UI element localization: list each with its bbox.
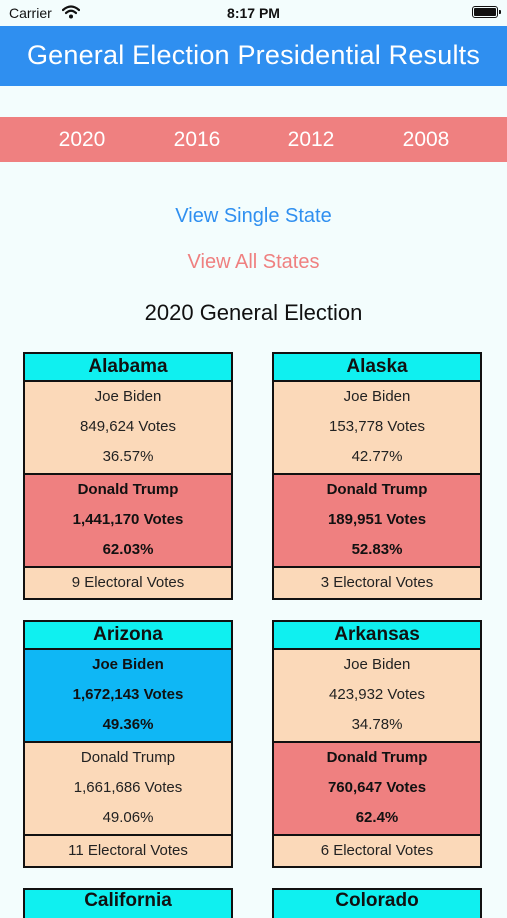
candidate-trump: Donald Trump 189,951 Votes 52.83%	[274, 475, 480, 568]
state-card-arkansas[interactable]: Arkansas Joe Biden 423,932 Votes 34.78% …	[272, 620, 482, 868]
candidate-name: Joe Biden	[94, 388, 162, 405]
view-single-state-link[interactable]: View Single State	[0, 205, 507, 228]
state-name: California	[84, 890, 172, 911]
state-card-colorado[interactable]: Colorado	[272, 888, 482, 918]
state-card-alaska[interactable]: Alaska Joe Biden 153,778 Votes 42.77% Do…	[272, 352, 482, 600]
candidate-trump: Donald Trump 760,647 Votes 62.4%	[274, 743, 480, 836]
electoral-votes: 11 Electoral Votes	[25, 836, 231, 866]
candidate-percent: 34.78%	[351, 716, 403, 733]
candidate-percent: 49.06%	[102, 809, 154, 826]
state-card-arizona[interactable]: Arizona Joe Biden 1,672,143 Votes 49.36%…	[23, 620, 233, 868]
candidate-votes: 1,661,686 Votes	[73, 779, 183, 796]
electoral-votes: 9 Electoral Votes	[25, 568, 231, 598]
section-title: 2020 General Election	[144, 300, 363, 325]
tab-2012[interactable]: 2012	[271, 128, 351, 152]
battery-icon	[472, 6, 501, 18]
view-all-states-link[interactable]: View All States	[0, 251, 507, 274]
electoral-votes: 6 Electoral Votes	[274, 836, 480, 866]
state-name: Alabama	[25, 354, 231, 382]
candidate-votes: 1,441,170 Votes	[72, 511, 184, 528]
candidate-name: Donald Trump	[326, 481, 428, 498]
state-name: Arizona	[25, 622, 231, 650]
candidate-votes: 189,951 Votes	[327, 511, 427, 528]
candidate-percent: 62.4%	[355, 809, 399, 826]
clock: 8:17 PM	[227, 5, 280, 21]
tab-2020[interactable]: 2020	[42, 128, 122, 152]
tab-2008[interactable]: 2008	[386, 128, 466, 152]
candidate-biden: Joe Biden 423,932 Votes 34.78%	[274, 650, 480, 743]
candidate-name: Donald Trump	[80, 749, 176, 766]
candidate-biden: Joe Biden 849,624 Votes 36.57%	[25, 382, 231, 475]
candidate-votes: 1,672,143 Votes	[72, 686, 184, 703]
state-name: Arkansas	[274, 622, 480, 650]
app-title: General Election Presidential Results	[26, 40, 481, 70]
candidate-percent: 52.83%	[351, 541, 403, 558]
candidate-name: Donald Trump	[77, 481, 179, 498]
state-card-california[interactable]: California	[23, 888, 233, 918]
status-bar: Carrier 8:17 PM	[0, 0, 507, 26]
candidate-percent: 49.36%	[102, 716, 154, 733]
candidate-biden: Joe Biden 1,672,143 Votes 49.36%	[25, 650, 231, 743]
candidate-percent: 36.57%	[102, 448, 154, 465]
electoral-votes: 3 Electoral Votes	[274, 568, 480, 598]
candidate-name: Joe Biden	[343, 388, 411, 405]
title-bar: General Election Presidential Results	[0, 26, 507, 86]
state-card-alabama[interactable]: Alabama Joe Biden 849,624 Votes 36.57% D…	[23, 352, 233, 600]
state-name: Colorado	[335, 890, 419, 911]
candidate-trump: Donald Trump 1,441,170 Votes 62.03%	[25, 475, 231, 568]
candidate-votes: 153,778 Votes	[329, 418, 425, 435]
candidate-percent: 42.77%	[351, 448, 403, 465]
candidate-votes: 849,624 Votes	[80, 418, 176, 435]
tab-2016[interactable]: 2016	[157, 128, 237, 152]
candidate-trump: Donald Trump 1,661,686 Votes 49.06%	[25, 743, 231, 836]
candidate-percent: 62.03%	[102, 541, 154, 558]
candidate-votes: 423,932 Votes	[329, 686, 425, 703]
state-name: Alaska	[274, 354, 480, 382]
candidate-name: Joe Biden	[92, 656, 164, 673]
candidate-name: Donald Trump	[326, 749, 428, 766]
candidate-votes: 760,647 Votes	[327, 779, 427, 796]
candidate-biden: Joe Biden 153,778 Votes 42.77%	[274, 382, 480, 475]
candidate-name: Joe Biden	[343, 656, 411, 673]
year-tab-bar: 2020 2016 2012 2008	[0, 117, 507, 162]
